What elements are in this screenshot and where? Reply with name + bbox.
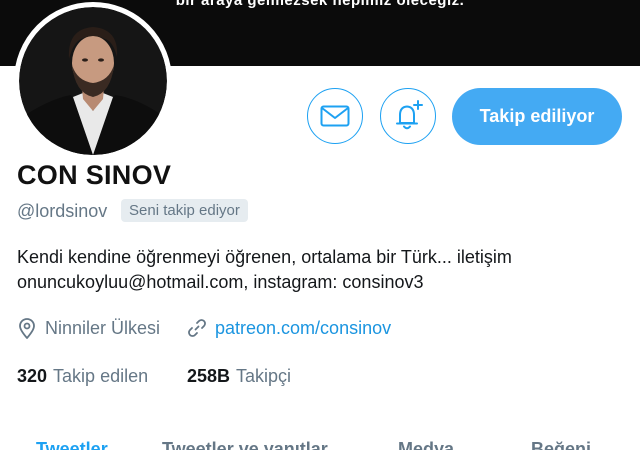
bio-line: onuncukoyluu@hotmail.com, instagram: con… — [17, 272, 424, 292]
profile-location: Ninniler Ülkesi — [45, 318, 161, 338]
tab-media[interactable]: Medya — [398, 439, 454, 450]
tab-tweets[interactable]: Tweetler — [36, 439, 108, 450]
followers-label: Takipçi — [236, 366, 292, 386]
display-name: CON SINOV — [17, 160, 172, 190]
tab-tweets-and-replies[interactable]: Tweetler ve yanıtlar — [162, 439, 328, 450]
followers-count: 258B — [187, 366, 231, 386]
followers-count-link[interactable]: 258B Takipçi — [187, 366, 291, 387]
tab-likes[interactable]: Beğeni — [531, 439, 591, 450]
profile-tabs: Tweetler Tweetler ve yanıtlar Medya Beğe… — [0, 439, 640, 450]
message-button[interactable] — [307, 88, 363, 144]
envelope-icon — [320, 105, 350, 127]
link-icon — [188, 319, 206, 337]
user-handle: @lordsinov — [17, 201, 108, 221]
notifications-button[interactable] — [380, 88, 436, 144]
following-count: 320 — [17, 366, 48, 386]
location-pin-icon — [19, 318, 35, 339]
profile-bio: Kendi kendine öğrenmeyi öğrenen, ortalam… — [17, 245, 617, 295]
follows-you-badge: Seni takip ediyor — [121, 199, 248, 222]
profile-website-link[interactable]: patreon.com/consinov — [215, 318, 391, 339]
following-count-link[interactable]: 320 Takip edilen — [17, 366, 148, 387]
following-button[interactable]: Takip ediliyor — [452, 88, 622, 145]
following-label: Takip edilen — [53, 366, 149, 386]
avatar[interactable] — [14, 2, 172, 160]
profile-page: bir araya gelmezsek hepimiz öleceğiz. Ta… — [0, 0, 640, 450]
bio-line: Kendi kendine öğrenmeyi öğrenen, ortalam… — [17, 247, 512, 267]
bell-plus-icon — [396, 100, 423, 130]
avatar-photo — [19, 7, 167, 155]
